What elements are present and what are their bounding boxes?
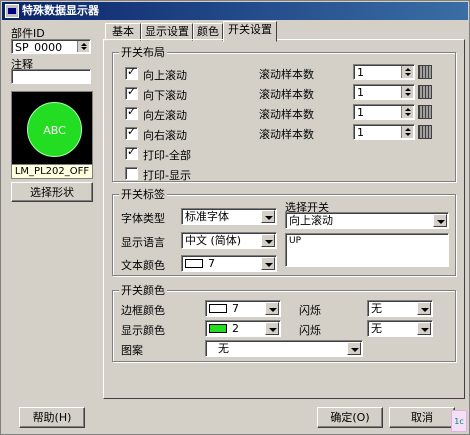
text-color-swatch [185, 259, 203, 268]
language-dropdown[interactable]: 中文 (简体) [181, 232, 277, 249]
pattern-label: 图案 [121, 344, 143, 357]
font-type-dropdown[interactable]: 标准字体 [181, 208, 277, 225]
blink-dropdown-1[interactable]: 无 [367, 300, 433, 317]
border-color-swatch [209, 304, 227, 313]
title-bar[interactable]: 特殊数据显示器 [2, 2, 468, 20]
scroll-left-sample-label: 滚动样本数 [259, 108, 314, 121]
scroll-left-sample-field[interactable]: 1 [353, 104, 415, 120]
corner-badge: 1c [451, 410, 467, 432]
border-color-dropdown[interactable]: 7 [205, 300, 281, 317]
print-all-label: 打印-全部 [143, 149, 191, 162]
scroll-down-sample-field[interactable]: 1 [353, 84, 415, 100]
tab-switch-settings[interactable]: 开关设置 [223, 21, 277, 42]
border-color-label: 边框颜色 [121, 304, 165, 317]
scroll-up-keypad-icon[interactable] [418, 65, 432, 79]
blink-value-2: 无 [371, 322, 382, 335]
scroll-right-sample-value: 1 [357, 126, 364, 139]
scroll-right-sample-label: 滚动样本数 [259, 128, 314, 141]
blink-dropdown-arrow-1[interactable] [417, 302, 431, 315]
scroll-down-label: 向下滚动 [143, 89, 187, 102]
text-color-label: 文本颜色 [121, 259, 165, 272]
pattern-dropdown-arrow[interactable] [347, 342, 361, 355]
preview-circle: ABC [27, 102, 82, 157]
text-color-value: 7 [208, 257, 215, 270]
switch-text-value: UP [289, 236, 302, 246]
part-id-field[interactable]: SP_0000 [11, 39, 91, 54]
blink-label-2: 闪烁 [299, 324, 321, 337]
scroll-right-keypad-icon[interactable] [418, 125, 432, 139]
scroll-down-keypad-icon[interactable] [418, 85, 432, 99]
font-type-label: 字体类型 [121, 212, 165, 225]
language-value: 中文 (简体) [185, 234, 242, 247]
scroll-left-sample-value: 1 [357, 106, 364, 119]
select-switch-dropdown[interactable]: 向上滚动 [285, 212, 449, 229]
scroll-up-sample-spinner[interactable] [401, 66, 413, 78]
comment-field[interactable] [11, 69, 91, 84]
print-all-checkbox[interactable] [125, 145, 138, 160]
scroll-left-label: 向左滚动 [143, 109, 187, 122]
select-switch-value: 向上滚动 [289, 214, 333, 227]
switch-color-group: 开关颜色 边框颜色 7 闪烁 无 显示颜色 2 闪烁 无 图案 无 [112, 284, 456, 362]
language-dropdown-arrow[interactable] [261, 234, 275, 247]
switch-layout-title: 开关布局 [119, 46, 167, 59]
blink-value-1: 无 [371, 302, 382, 315]
window-title: 特殊数据显示器 [22, 4, 99, 17]
display-color-value: 2 [232, 322, 239, 335]
scroll-up-sample-label: 滚动样本数 [259, 68, 314, 81]
blink-dropdown-2[interactable]: 无 [367, 320, 433, 337]
text-color-dropdown[interactable]: 7 [181, 255, 277, 272]
print-display-checkbox[interactable] [125, 167, 138, 180]
switch-text-area[interactable]: UP [285, 233, 449, 267]
select-switch-dropdown-arrow[interactable] [433, 214, 447, 227]
pattern-value: 无 [218, 342, 229, 355]
tab-panel: 开关布局 向上滚动 向下滚动 向左滚动 向右滚动 打印-全部 打印-显示 滚动样… [103, 39, 465, 399]
help-button[interactable]: 帮助(H) [19, 407, 85, 428]
app-icon [5, 4, 19, 18]
switch-layout-group: 开关布局 向上滚动 向下滚动 向左滚动 向右滚动 打印-全部 打印-显示 滚动样… [112, 46, 456, 182]
select-shape-button[interactable]: 选择形状 [11, 182, 93, 202]
part-id-value: SP_0000 [15, 41, 63, 54]
blink-label-1: 闪烁 [299, 304, 321, 317]
display-color-dropdown[interactable]: 2 [205, 320, 281, 337]
cancel-button[interactable]: 取消 [389, 407, 455, 428]
ok-button[interactable]: 确定(O) [317, 407, 383, 428]
scroll-down-sample-label: 滚动样本数 [259, 88, 314, 101]
scroll-down-sample-spinner[interactable] [401, 86, 413, 98]
scroll-right-label: 向右滚动 [143, 129, 187, 142]
scroll-up-sample-field[interactable]: 1 [353, 64, 415, 80]
scroll-left-sample-spinner[interactable] [401, 106, 413, 118]
scroll-down-sample-value: 1 [357, 86, 364, 99]
display-color-swatch [209, 324, 227, 333]
border-color-dropdown-arrow[interactable] [265, 302, 279, 315]
scroll-up-sample-value: 1 [357, 66, 364, 79]
switch-label-group: 开关标签 字体类型 标准字体 显示语言 中文 (简体) 文本颜色 7 选择开关 … [112, 188, 456, 276]
pattern-dropdown[interactable]: 无 [205, 340, 363, 357]
display-color-dropdown-arrow[interactable] [265, 322, 279, 335]
text-color-dropdown-arrow[interactable] [261, 257, 275, 270]
scroll-up-checkbox[interactable] [125, 65, 138, 80]
scroll-up-label: 向上滚动 [143, 69, 187, 82]
print-display-label: 打印-显示 [143, 169, 191, 182]
display-color-label: 显示颜色 [121, 324, 165, 337]
blink-dropdown-arrow-2[interactable] [417, 322, 431, 335]
language-label: 显示语言 [121, 236, 165, 249]
preview-shape-name: LM_PL202_OFF [11, 164, 93, 179]
font-type-value: 标准字体 [185, 210, 229, 223]
scroll-right-sample-field[interactable]: 1 [353, 124, 415, 140]
scroll-right-checkbox[interactable] [125, 125, 138, 140]
font-type-dropdown-arrow[interactable] [261, 210, 275, 223]
scroll-left-keypad-icon[interactable] [418, 105, 432, 119]
scroll-left-checkbox[interactable] [125, 105, 138, 120]
scroll-down-checkbox[interactable] [125, 85, 138, 100]
dialog-window: 特殊数据显示器 部件ID SP_0000 注释 ABC LM_PL202_OFF… [0, 0, 470, 435]
scroll-right-sample-spinner[interactable] [401, 126, 413, 138]
switch-color-title: 开关颜色 [119, 284, 167, 297]
border-color-value: 7 [232, 302, 239, 315]
switch-label-title: 开关标签 [119, 188, 167, 201]
part-id-spinner[interactable] [77, 41, 89, 52]
